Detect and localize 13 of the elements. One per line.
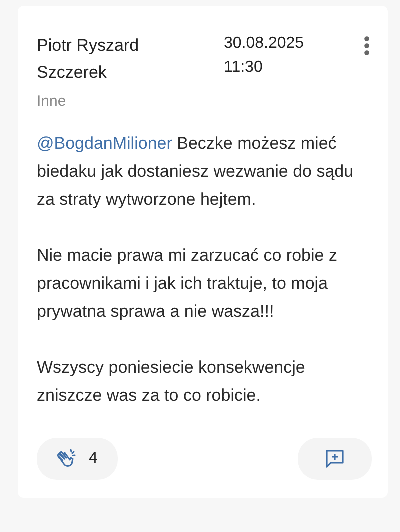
category-label: Inne <box>37 93 68 110</box>
time-text: 11:30 <box>224 58 264 78</box>
comment-paragraph: Wszyscy poniesiecie konsekwencje zniszcze was za to co robicie. <box>37 357 306 407</box>
mention-link[interactable]: @BogdanMilioner <box>37 134 172 153</box>
reply-button[interactable] <box>298 438 372 480</box>
date-text: 30.08.2025 <box>224 34 306 54</box>
comment-paragraph: @BogdanMilioner Beczke możesz mieć biedaku jak dostaniesz wezwanie do sądu za straty wytworzone hejtem. <box>37 133 355 211</box>
comment-add-icon <box>325 449 345 469</box>
author-name[interactable]: Piotr Ryszard Szczerek <box>37 32 177 86</box>
more-options-icon[interactable] <box>364 36 370 56</box>
comment-paragraph: Nie macie prawa mi zarzucać co robie z pracownikami i jak ich traktuje, to moja prywatna sprawa a nie wasza!!! <box>37 245 338 323</box>
clapping-hands-icon <box>55 448 77 470</box>
reaction-button[interactable]: 4 <box>37 438 118 480</box>
